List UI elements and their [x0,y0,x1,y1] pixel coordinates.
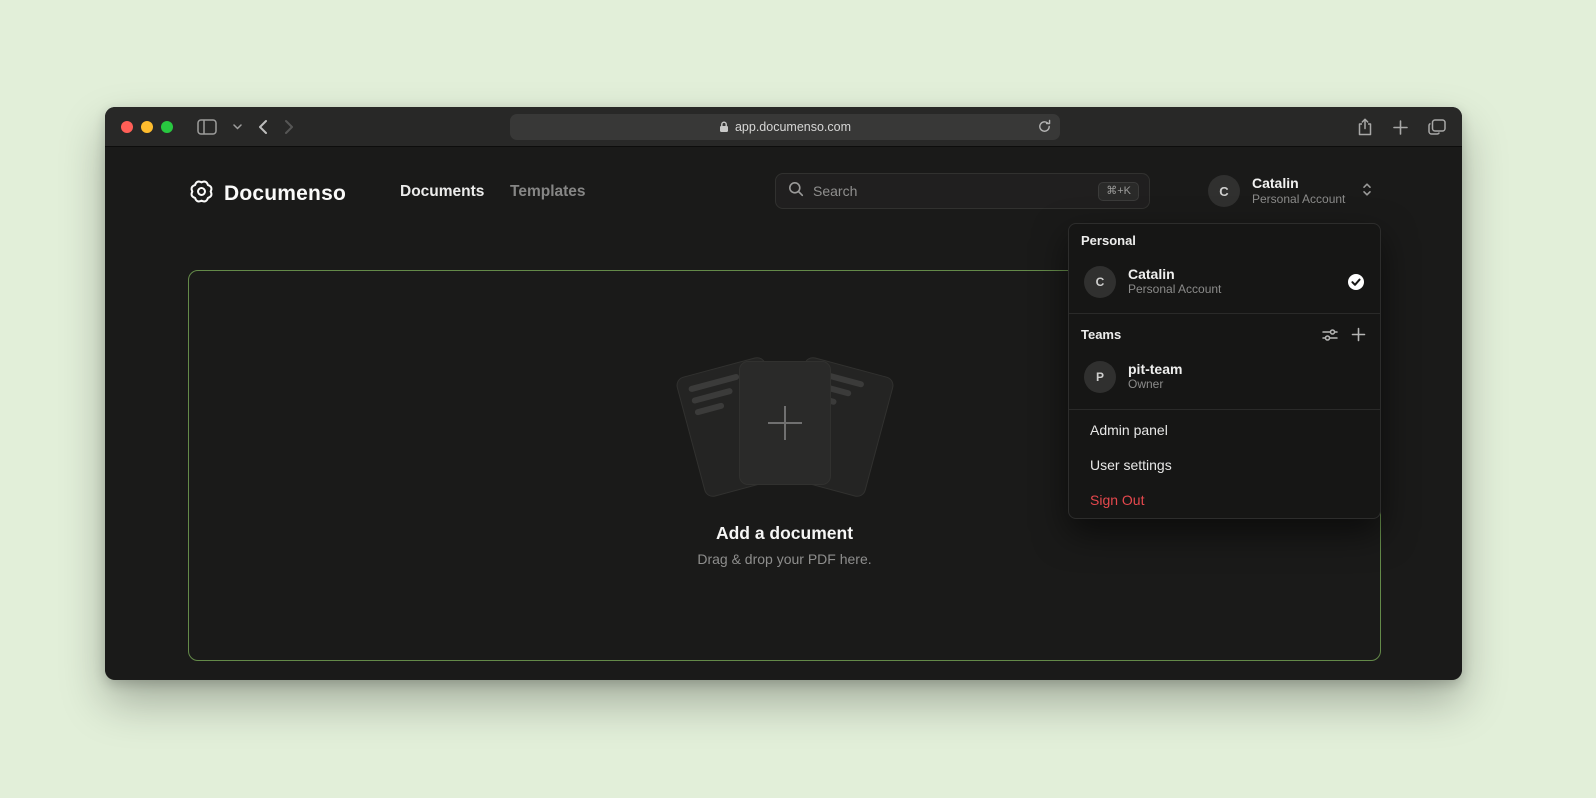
search-input[interactable] [813,183,1098,199]
manage-teams-icon[interactable] [1322,327,1338,348]
account-dropdown-menu: Personal C Catalin Personal Account Team… [1068,223,1381,519]
avatar: C [1208,175,1240,207]
nav-documents[interactable]: Documents [400,183,484,201]
browser-window: app.documenso.com Documenso Docu [105,107,1462,680]
browser-titlebar: app.documenso.com [105,107,1462,147]
account-type: Personal Account [1252,192,1345,207]
forward-button-icon[interactable] [284,119,294,135]
personal-section-label: Personal [1081,233,1136,248]
search-icon [788,181,804,202]
share-icon[interactable] [1357,118,1373,136]
avatar: C [1084,266,1116,298]
check-circle-icon [1347,273,1365,296]
personal-account-type: Personal Account [1128,282,1221,297]
document-cards-illustration [665,351,905,501]
nav-templates[interactable]: Templates [510,183,586,201]
sidebar-chevron-down-icon[interactable] [233,124,242,130]
dropzone-title: Add a document [189,523,1380,544]
url-text: app.documenso.com [735,120,851,134]
chevron-up-down-icon[interactable] [1361,182,1373,202]
account-name: Catalin [1252,175,1345,192]
team-avatar: P [1084,361,1116,393]
menu-item-user-settings[interactable]: User settings [1069,447,1380,482]
desktop: { "browser": { "url": "app.documenso.com… [0,0,1596,798]
menu-item-sign-out[interactable]: Sign Out [1069,482,1380,517]
documenso-logo-icon [188,178,215,210]
new-tab-icon[interactable] [1393,120,1408,135]
team-name: pit-team [1128,361,1182,377]
team-role: Owner [1128,377,1163,392]
tab-overview-icon[interactable] [1428,119,1446,135]
team-item[interactable]: P pit-team Owner [1069,361,1380,393]
divider [1069,409,1380,410]
personal-account-item[interactable]: C Catalin Personal Account [1069,266,1380,298]
personal-account-name: Catalin [1128,266,1175,282]
zoom-button[interactable] [161,121,173,133]
page-content: Documenso Documents Templates ⌘+K C Cata… [105,147,1462,679]
lock-icon [719,121,729,133]
brand-logo[interactable]: Documenso [188,178,346,210]
minimize-button[interactable] [141,121,153,133]
address-bar[interactable]: app.documenso.com [510,114,1060,140]
divider [1069,313,1380,314]
brand-name: Documenso [224,182,346,206]
account-menu-trigger[interactable]: C Catalin Personal Account [1208,175,1345,207]
reload-icon[interactable] [1037,119,1052,134]
teams-section-label: Teams [1081,327,1121,342]
add-document-card [739,361,831,485]
close-button[interactable] [121,121,133,133]
add-team-icon[interactable] [1351,327,1366,348]
dropzone-subtitle: Drag & drop your PDF here. [189,551,1380,567]
search-shortcut-badge: ⌘+K [1098,182,1139,201]
menu-item-admin-panel[interactable]: Admin panel [1069,412,1380,447]
sidebar-toggle-icon[interactable] [197,119,217,135]
search-box: ⌘+K [775,173,1150,209]
back-button-icon[interactable] [258,119,268,135]
